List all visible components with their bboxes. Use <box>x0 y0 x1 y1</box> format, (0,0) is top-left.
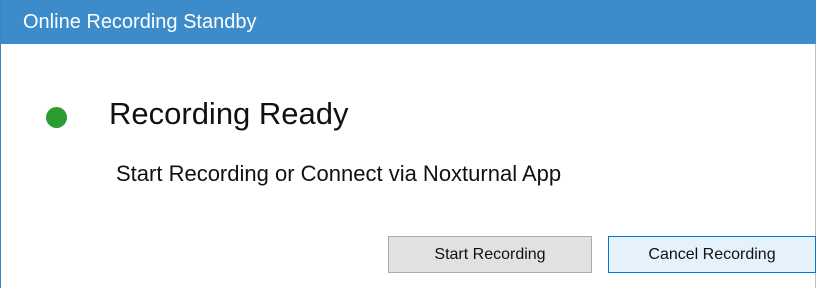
window-title: Online Recording Standby <box>23 11 257 33</box>
status-message: Start Recording or Connect via Noxturnal… <box>116 161 562 186</box>
recording-standby-dialog: Online Recording Standby Recording Ready… <box>0 0 816 288</box>
status-heading: Recording Ready <box>109 96 349 131</box>
start-recording-button[interactable]: Start Recording <box>388 236 592 273</box>
status-indicator-icon <box>46 107 67 128</box>
cancel-recording-button[interactable]: Cancel Recording <box>608 236 816 273</box>
title-bar[interactable]: Online Recording Standby <box>1 0 816 44</box>
